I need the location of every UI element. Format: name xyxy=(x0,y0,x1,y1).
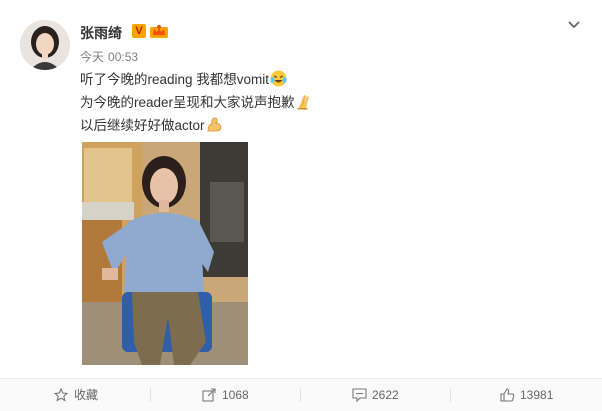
praying-hands-emoji-icon xyxy=(296,93,313,110)
action-bar: 收藏 1068 2622 13981 xyxy=(0,378,602,411)
chevron-down-icon[interactable] xyxy=(566,18,582,32)
post-photo[interactable] xyxy=(82,142,248,365)
repost-button[interactable]: 1068 xyxy=(202,379,262,411)
comment-button[interactable]: 2622 xyxy=(352,379,412,411)
author-name[interactable]: 张雨绮 xyxy=(80,23,122,43)
post-line-1: 听了今晚的reading 我都想vomit xyxy=(80,68,560,91)
verified-badge[interactable]: V xyxy=(132,24,146,38)
timestamp-time: 00:53 xyxy=(108,50,139,64)
post-line-3-text: 以后继续好好做actor xyxy=(80,118,205,133)
favorite-label: 收藏 xyxy=(74,388,99,402)
divider xyxy=(300,388,301,402)
post-line-2: 为今晚的reader呈现和大家说声抱歉 xyxy=(80,91,560,114)
like-button[interactable]: 13981 xyxy=(500,379,570,411)
timestamp-day: 今天 xyxy=(80,50,105,64)
share-icon xyxy=(202,388,216,402)
post-text: 听了今晚的reading 我都想vomit 为今晚的reader呈现和大家说声抱… xyxy=(80,68,560,137)
divider xyxy=(450,388,451,402)
divider xyxy=(150,388,151,402)
comment-count: 2622 xyxy=(372,388,399,402)
member-crown-icon[interactable] xyxy=(150,24,168,38)
comment-icon xyxy=(352,388,367,402)
post-line-3: 以后继续好好做actor xyxy=(80,114,560,137)
avatar[interactable] xyxy=(20,20,70,70)
verified-badge-label: V xyxy=(135,25,143,37)
thumbs-up-icon xyxy=(500,388,515,402)
flexed-biceps-emoji-icon xyxy=(206,116,223,133)
favorite-button[interactable]: 收藏 xyxy=(54,379,114,411)
crying-laughing-emoji-icon xyxy=(270,70,287,87)
post-timestamp[interactable]: 今天 00:53 xyxy=(80,48,138,65)
post-line-1-text: 听了今晚的reading 我都想vomit xyxy=(80,72,270,87)
star-icon xyxy=(54,388,68,402)
post-line-2-text: 为今晚的reader呈现和大家说声抱歉 xyxy=(80,95,295,110)
repost-count: 1068 xyxy=(222,388,249,402)
like-count: 13981 xyxy=(520,388,554,402)
